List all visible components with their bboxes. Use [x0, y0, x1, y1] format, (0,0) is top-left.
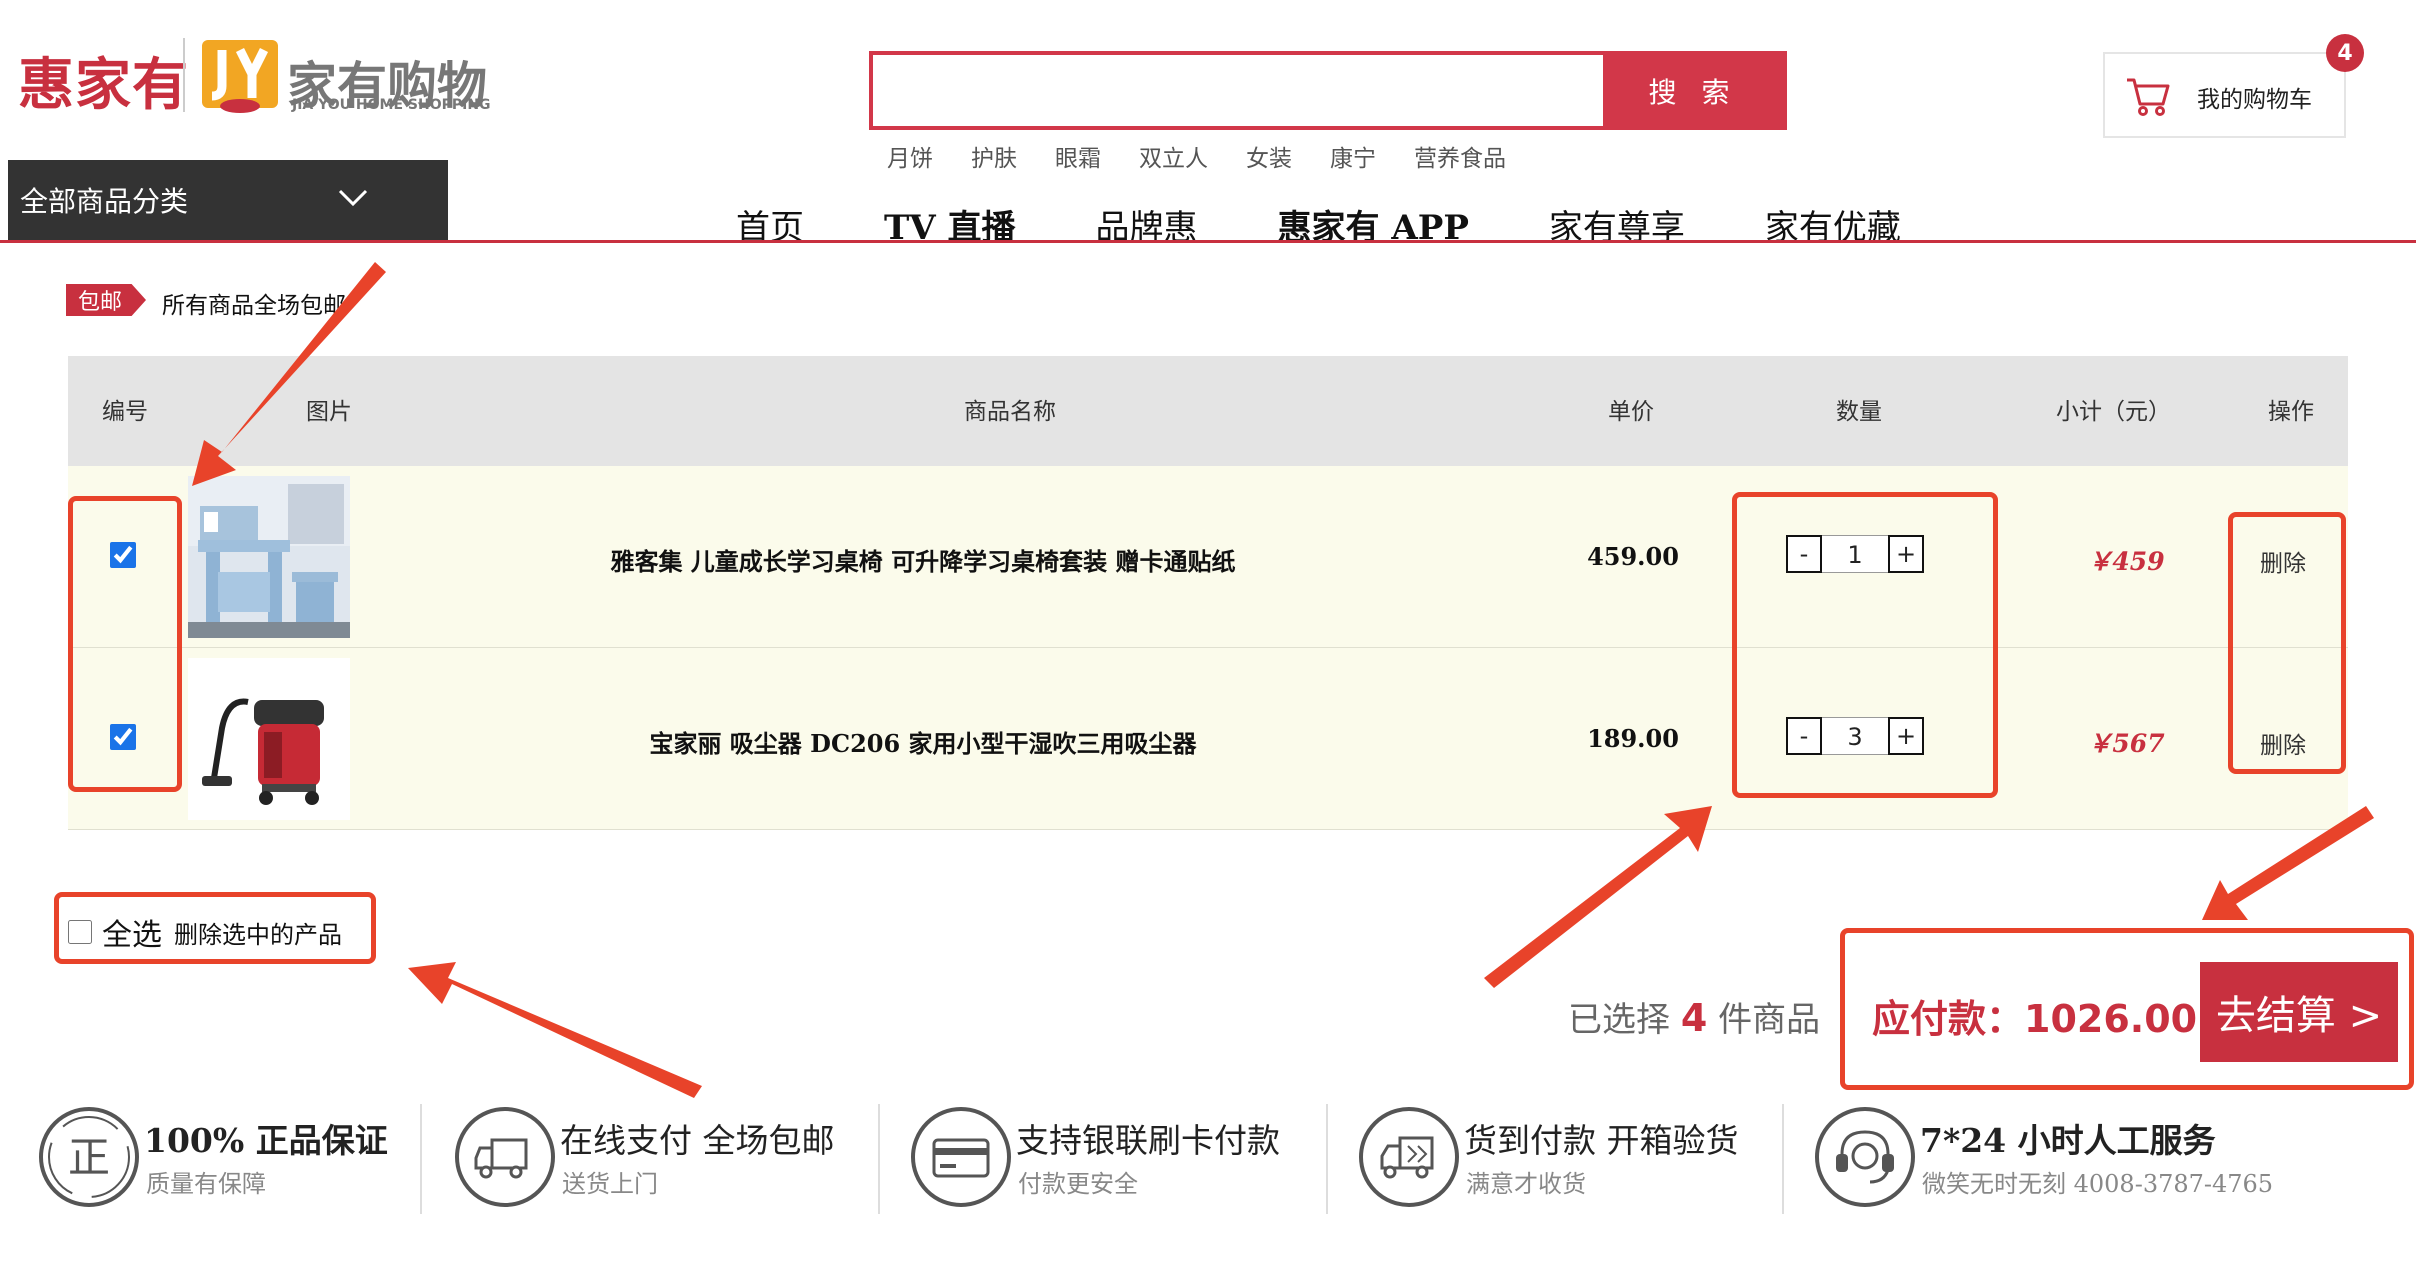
hot-word-link[interactable]: 双立人 — [1139, 139, 1208, 173]
col-header-action: 操作 — [2268, 399, 2314, 425]
cash-on-delivery-icon — [1359, 1107, 1459, 1207]
search-button[interactable]: 搜 索 — [1603, 55, 1783, 126]
col-header-price: 单价 — [1608, 399, 1654, 425]
chevron-down-icon — [338, 189, 368, 207]
bank-card-icon — [911, 1107, 1011, 1207]
col-header-number: 编号 — [102, 399, 148, 425]
cart-label: 我的购物车 — [2197, 87, 2312, 113]
hot-word-link[interactable]: 女装 — [1246, 139, 1292, 173]
cart-count-badge: 4 — [2326, 34, 2364, 72]
selected-prefix: 已选择 — [1568, 1000, 1670, 1040]
col-header-subtotal: 小计（元） — [2056, 399, 2171, 425]
service-divider — [1326, 1104, 1328, 1214]
unit-price: 459.00 — [1587, 542, 1679, 571]
logo-text[interactable]: 惠家有 — [18, 40, 189, 121]
hot-word-link[interactable]: 眼霜 — [1055, 139, 1101, 173]
category-menu-label: 全部商品分类 — [20, 185, 189, 218]
selected-count: 4 — [1680, 996, 1708, 1040]
highlight-delete-column — [2228, 512, 2346, 774]
service-subtitle: 付款更安全 — [1018, 1170, 1138, 1198]
hot-word-link[interactable]: 康宁 — [1330, 139, 1376, 173]
genuine-icon: 正 — [39, 1107, 139, 1207]
search-bar: 搜 索 — [869, 51, 1787, 130]
arrow-to-select-all-icon — [408, 962, 702, 1098]
arrow-to-quantity-icon — [1484, 806, 1712, 988]
hot-words: 月饼 护肤 眼霜 双立人 女装 康宁 营养食品 — [887, 139, 1544, 173]
service-subtitle: 质量有保障 — [146, 1170, 266, 1198]
service-divider — [1782, 1104, 1784, 1214]
service-title: 7*24 小时人工服务 — [1920, 1121, 2216, 1160]
service-title: 货到付款 开箱验货 — [1464, 1121, 1739, 1160]
table-row: 雅客集 儿童成长学习桌椅 可升降学习桌椅套装 赠卡通贴纸 459.00 - 1 … — [68, 466, 2348, 648]
svg-text:正: 正 — [68, 1133, 110, 1182]
product-name[interactable]: 宝家丽 吸尘器 DC206 家用小型干湿吹三用吸尘器 — [368, 724, 1478, 759]
hot-word-link[interactable]: 护肤 — [971, 139, 1017, 173]
cart-table-header: 编号 图片 商品名称 单价 数量 小计（元） 操作 — [68, 356, 2348, 466]
free-shipping-tag: 包邮 — [66, 284, 146, 316]
headset-service-icon — [1815, 1107, 1915, 1207]
table-row: 宝家丽 吸尘器 DC206 家用小型干湿吹三用吸尘器 189.00 - 3 + … — [68, 648, 2348, 830]
category-menu[interactable]: 全部商品分类 — [8, 160, 448, 240]
col-header-name: 商品名称 — [964, 399, 1056, 425]
product-name[interactable]: 雅客集 儿童成长学习桌椅 可升降学习桌椅套装 赠卡通贴纸 — [368, 542, 1478, 577]
col-header-image: 图片 — [306, 399, 352, 425]
promo-text: 所有商品全场包邮 — [162, 293, 346, 319]
vacuum-cleaner-image[interactable] — [188, 658, 350, 820]
row-subtotal: ￥459 — [2087, 547, 2165, 576]
search-input[interactable] — [873, 55, 1603, 126]
highlight-checkbox-column — [68, 496, 182, 792]
service-subtitle: 送货上门 — [562, 1170, 658, 1198]
hot-word-link[interactable]: 月饼 — [887, 139, 933, 173]
service-subtitle: 微笑无时无刻 4008-3787-4765 — [1922, 1170, 2274, 1198]
delivery-truck-icon — [455, 1107, 555, 1207]
kids-desk-chair-image[interactable] — [188, 476, 350, 638]
row-subtotal: ￥567 — [2087, 729, 2165, 758]
highlight-checkout — [1840, 928, 2414, 1090]
service-divider — [420, 1104, 422, 1214]
shopping-cart-icon — [2127, 78, 2170, 116]
unit-price: 189.00 — [1587, 724, 1679, 753]
highlight-quantity-column — [1732, 492, 1998, 798]
logo-divider — [183, 38, 185, 112]
logo-brand-subtitle: JIA YOU HOME SHOPPING — [292, 97, 491, 113]
highlight-select-all — [54, 892, 376, 964]
service-title: 支持银联刷卡付款 — [1016, 1121, 1280, 1160]
hot-word-link[interactable]: 营养食品 — [1414, 139, 1506, 173]
col-header-qty: 数量 — [1836, 399, 1882, 425]
service-title: 在线支付 全场包邮 — [560, 1121, 835, 1160]
service-divider — [878, 1104, 880, 1214]
service-title: 100% 正品保证 — [144, 1121, 388, 1160]
selected-suffix: 件商品 — [1718, 1000, 1821, 1040]
jy-logo-icon — [202, 40, 278, 113]
cart-button[interactable]: 我的购物车 — [2103, 52, 2346, 138]
service-subtitle: 满意才收货 — [1466, 1170, 1586, 1198]
nav-underline — [0, 240, 2416, 243]
selected-count-text: 已选择 4 件商品 — [1568, 992, 1820, 1041]
